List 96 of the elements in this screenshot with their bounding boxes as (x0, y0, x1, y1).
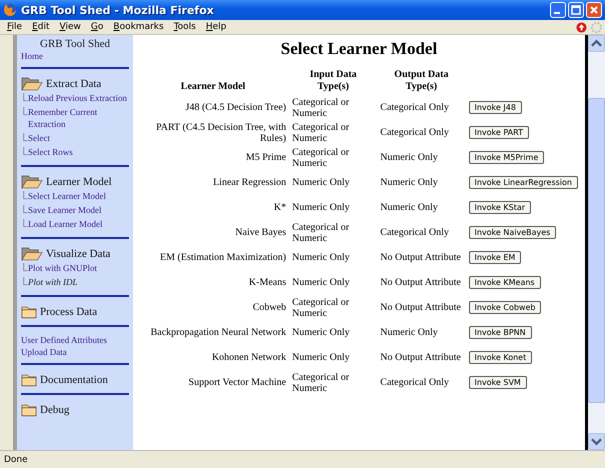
table-cell-text: No Output Attribute (379, 251, 462, 265)
menu-item[interactable]: Tools (168, 22, 201, 32)
folder-label[interactable]: Learner Model (46, 176, 112, 188)
column-header: Learner Model (180, 80, 246, 94)
folder-label[interactable]: Debug (40, 404, 70, 416)
sidebar-link[interactable]: Load Learner Model (28, 218, 102, 230)
invoke-button[interactable]: Invoke PART (468, 126, 530, 139)
table-cell-text: Numeric Only (291, 326, 351, 340)
table-cell-text: Numeric Only (291, 176, 351, 190)
table-cell-text: Numeric Only (379, 176, 439, 190)
table-cell-text: Numeric Only (291, 276, 351, 290)
invoke-button[interactable]: Invoke KStar (468, 201, 532, 214)
invoke-button[interactable]: Invoke NaiveBayes (468, 226, 556, 239)
folder-label[interactable]: Documentation (40, 374, 108, 386)
folder-label[interactable]: Extract Data (46, 78, 102, 90)
folder-label[interactable]: Process Data (40, 306, 98, 318)
sidebar-link[interactable]: Select (28, 132, 50, 144)
menu-item[interactable]: Go (86, 22, 108, 32)
table-cell-text: Categorical Only (379, 376, 450, 390)
window-title: GRB Tool Shed - Mozilla Firefox (21, 4, 215, 16)
table-cell-text: Categorical or Numeric (291, 296, 350, 320)
invoke-button[interactable]: Invoke Konet (468, 351, 532, 364)
invoke-button[interactable]: Invoke EM (468, 251, 522, 264)
table-cell-text: Categorical Only (379, 226, 450, 240)
table-cell-text: K* (272, 201, 288, 215)
close-button[interactable] (586, 2, 602, 18)
status-text: Done (4, 454, 28, 464)
sidebar-link[interactable]: Reload Previous Extraction (28, 92, 127, 104)
menu-item[interactable]: Edit (27, 22, 55, 32)
menu-item[interactable]: File (2, 22, 28, 32)
firefox-icon (3, 3, 17, 17)
site-title: GRB Tool Shed (39, 38, 111, 50)
invoke-button[interactable]: Invoke LinearRegression (468, 176, 578, 189)
column-header: Output Data Type(s) (393, 68, 450, 94)
open-folder-icon[interactable] (21, 246, 43, 261)
menu-item[interactable]: View (54, 22, 86, 32)
folder-icon[interactable] (21, 372, 37, 387)
folder-label[interactable]: Visualize Data (46, 248, 110, 260)
folder-icon[interactable] (21, 304, 37, 319)
home-link[interactable]: Home (21, 50, 43, 62)
scroll-down-button[interactable] (588, 433, 605, 450)
table-cell-text: J48 (C4.5 Decision Tree) (184, 101, 288, 115)
invoke-button[interactable]: Invoke SVM (468, 376, 527, 389)
table-cell-text: Numeric Only (291, 251, 351, 265)
table-cell-text: Categorical Only (379, 101, 450, 115)
column-header: Input Data Type(s) (308, 68, 358, 94)
table-cell-text: PART (C4.5 Decision Tree, with Rules) (155, 120, 288, 145)
sidebar-link[interactable]: Select Learner Model (28, 190, 106, 202)
page-heading: Select Learner Model (280, 39, 438, 59)
menu-item[interactable]: Bookmarks (108, 22, 169, 32)
table-cell-text: Naive Bayes (234, 226, 288, 240)
open-folder-icon[interactable] (21, 174, 43, 189)
sidebar-link[interactable]: Plot with GNUPlot (28, 262, 98, 274)
table-cell-text: No Output Attribute (379, 301, 462, 315)
update-icon[interactable] (576, 22, 587, 32)
table-cell-text: Categorical or Numeric (291, 370, 350, 395)
minimize-icon (554, 12, 560, 14)
table-cell-text: Cobweb (252, 301, 288, 315)
table-cell-text: Numeric Only (291, 201, 351, 215)
sidebar-link[interactable]: Save Learner Model (28, 204, 102, 216)
table-cell-text: Numeric Only (379, 201, 439, 215)
scrollbar[interactable] (588, 35, 605, 450)
table-cell-text: Categorical or Numeric (291, 120, 350, 145)
table-cell-text: Categorical or Numeric (291, 146, 350, 170)
sidebar-link[interactable]: Upload Data (21, 346, 67, 358)
maximize-icon (569, 3, 583, 17)
table-cell-text: Support Vector Machine (188, 376, 288, 390)
invoke-button[interactable]: Invoke Cobweb (468, 301, 542, 314)
menu-item[interactable]: Help (200, 22, 232, 32)
sidebar-link[interactable]: Remember Current Extraction (28, 106, 129, 130)
invoke-button[interactable]: Invoke KMeans (468, 276, 541, 289)
table-cell-text: Numeric Only (379, 326, 439, 340)
table-cell-text: Backpropagation Neural Network (150, 326, 288, 340)
open-folder-icon[interactable] (21, 76, 43, 91)
throbber-icon (590, 20, 603, 34)
table-cell-text: M5 Prime (244, 151, 288, 165)
table-cell-text: K-Means (248, 276, 288, 290)
table-cell-text: EM (Estimation Maximization) (159, 251, 288, 265)
scroll-up-button[interactable] (588, 35, 605, 52)
table-cell-text: Kohonen Network (210, 351, 288, 365)
table-cell-text: No Output Attribute (379, 351, 462, 365)
invoke-button[interactable]: Invoke BPNN (468, 326, 532, 339)
table-cell-text: Linear Regression (212, 176, 288, 190)
table-cell-text: No Output Attribute (379, 276, 462, 290)
sidebar-link[interactable]: Select Rows (28, 146, 73, 158)
invoke-button[interactable]: Invoke M5Prime (468, 151, 544, 164)
folder-icon[interactable] (21, 402, 37, 417)
table-cell-text: Numeric Only (379, 151, 439, 165)
table-cell-text: Numeric Only (291, 351, 351, 365)
minimize-button[interactable] (550, 2, 566, 18)
invoke-button[interactable]: Invoke J48 (468, 101, 522, 114)
sidebar-link[interactable]: User Defined Attributes (21, 334, 107, 346)
maximize-button[interactable] (568, 2, 584, 18)
table-cell-text: Categorical Only (379, 126, 450, 140)
table-cell-text: Categorical or Numeric (291, 220, 350, 245)
table-cell-text: Categorical or Numeric (291, 96, 350, 120)
